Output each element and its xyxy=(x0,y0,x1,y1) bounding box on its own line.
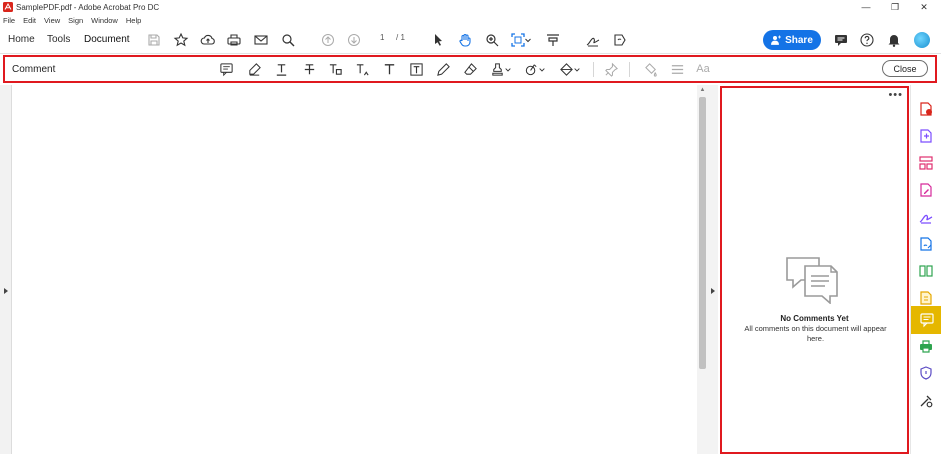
text-style-icon[interactable]: Aa xyxy=(695,61,711,77)
chevron-down-icon[interactable] xyxy=(538,61,546,77)
menu-bar: File Edit View Sign Window Help xyxy=(0,14,149,26)
fill-sign-icon[interactable] xyxy=(915,206,937,228)
attach-file-icon[interactable] xyxy=(523,61,539,77)
main-toolbar: Home Tools Document 1 / 1 Share xyxy=(0,27,941,54)
document-canvas[interactable] xyxy=(12,85,697,454)
page-up-icon[interactable] xyxy=(320,32,336,48)
menu-sign[interactable]: Sign xyxy=(68,16,83,25)
send-for-signature-icon[interactable] xyxy=(915,233,937,255)
more-tools-icon[interactable] xyxy=(915,390,937,412)
sign-icon[interactable] xyxy=(585,32,601,48)
menu-file[interactable]: File xyxy=(3,16,15,25)
maximize-button[interactable]: ❐ xyxy=(880,0,910,14)
pencil-draw-icon[interactable] xyxy=(435,61,451,77)
comment-icon[interactable] xyxy=(911,306,941,334)
email-icon[interactable] xyxy=(253,32,269,48)
scrollbar-thumb[interactable] xyxy=(699,97,706,369)
share-user-icon xyxy=(771,35,782,45)
page-down-icon[interactable] xyxy=(346,32,362,48)
add-text-icon[interactable] xyxy=(381,61,397,77)
chevron-down-icon[interactable] xyxy=(573,61,581,77)
acrobat-logo-icon xyxy=(3,2,13,12)
fill-color-icon[interactable] xyxy=(643,61,659,77)
window-title: SamplePDF.pdf - Adobe Acrobat Pro DC xyxy=(16,2,160,12)
edit-pdf-icon[interactable] xyxy=(915,179,937,201)
minimize-button[interactable]: — xyxy=(851,0,881,14)
divider xyxy=(629,62,630,77)
export-pdf-icon[interactable] xyxy=(915,98,937,120)
page-number-input[interactable]: 1 xyxy=(380,33,384,42)
insert-text-icon[interactable] xyxy=(354,61,370,77)
comments-empty-icon xyxy=(786,257,838,304)
print-icon[interactable] xyxy=(226,32,242,48)
cloud-upload-icon[interactable] xyxy=(200,32,216,48)
text-box-icon[interactable] xyxy=(408,61,424,77)
document-scrollbar[interactable]: ▲ xyxy=(697,85,708,454)
tab-tools[interactable]: Tools xyxy=(47,34,70,45)
menu-view[interactable]: View xyxy=(44,16,60,25)
divider xyxy=(593,62,594,77)
page-total: / 1 xyxy=(396,33,405,42)
zoom-in-icon[interactable] xyxy=(484,32,500,48)
comment-toolbar: Comment Aa Close xyxy=(3,55,937,83)
close-window-button[interactable]: ✕ xyxy=(909,0,939,14)
empty-state-title: No Comments Yet xyxy=(780,314,849,323)
help-icon[interactable] xyxy=(859,32,875,48)
comment-panel: ••• No Comments Yet All comments on this… xyxy=(720,86,909,454)
send-sign-icon[interactable] xyxy=(612,32,628,48)
share-button[interactable]: Share xyxy=(763,30,821,50)
menu-help[interactable]: Help xyxy=(126,16,141,25)
protect-icon[interactable] xyxy=(915,362,937,384)
star-icon[interactable] xyxy=(173,32,189,48)
save-icon[interactable] xyxy=(146,32,162,48)
chevron-right-icon xyxy=(711,288,715,294)
stamp-icon[interactable] xyxy=(489,61,505,77)
chat-icon[interactable] xyxy=(833,32,849,48)
highlight-text-icon[interactable] xyxy=(545,32,561,48)
replace-text-icon[interactable] xyxy=(327,61,343,77)
strikethrough-text-icon[interactable] xyxy=(301,61,317,77)
menu-edit[interactable]: Edit xyxy=(23,16,36,25)
highlight-pen-icon[interactable] xyxy=(246,61,262,77)
avatar[interactable] xyxy=(914,32,930,48)
close-comment-button[interactable]: Close xyxy=(882,60,928,77)
pin-icon[interactable] xyxy=(603,61,619,77)
create-pdf-icon[interactable] xyxy=(915,125,937,147)
title-bar: SamplePDF.pdf - Adobe Acrobat Pro DC xyxy=(0,0,941,14)
left-panel-toggle[interactable] xyxy=(0,85,12,454)
tab-document[interactable]: Document xyxy=(84,34,130,45)
chevron-right-icon xyxy=(4,288,8,294)
hand-tool-icon[interactable] xyxy=(457,32,473,48)
sticky-note-icon[interactable] xyxy=(218,61,234,77)
scroll-up-arrow[interactable]: ▲ xyxy=(699,87,706,94)
print-production-icon[interactable] xyxy=(915,335,937,357)
line-thickness-icon[interactable] xyxy=(669,61,685,77)
chevron-down-icon[interactable] xyxy=(524,32,532,48)
chevron-down-icon[interactable] xyxy=(504,61,512,77)
menu-window[interactable]: Window xyxy=(91,16,118,25)
share-label: Share xyxy=(785,34,813,46)
organize-pages-icon[interactable] xyxy=(915,152,937,174)
tab-home[interactable]: Home xyxy=(8,34,35,45)
zoom-search-icon[interactable] xyxy=(280,32,296,48)
empty-state-description: All comments on this document will appea… xyxy=(744,324,887,343)
underline-text-icon[interactable] xyxy=(273,61,289,77)
eraser-icon[interactable] xyxy=(462,61,478,77)
right-tools-rail xyxy=(910,85,941,454)
select-cursor-icon[interactable] xyxy=(430,32,446,48)
panel-splitter[interactable] xyxy=(708,85,718,454)
notification-bell-icon[interactable] xyxy=(886,32,902,48)
more-options-icon[interactable]: ••• xyxy=(888,89,903,101)
comment-toolbar-label: Comment xyxy=(12,64,56,75)
shapes-icon[interactable] xyxy=(558,61,574,77)
combine-files-icon[interactable] xyxy=(915,260,937,282)
